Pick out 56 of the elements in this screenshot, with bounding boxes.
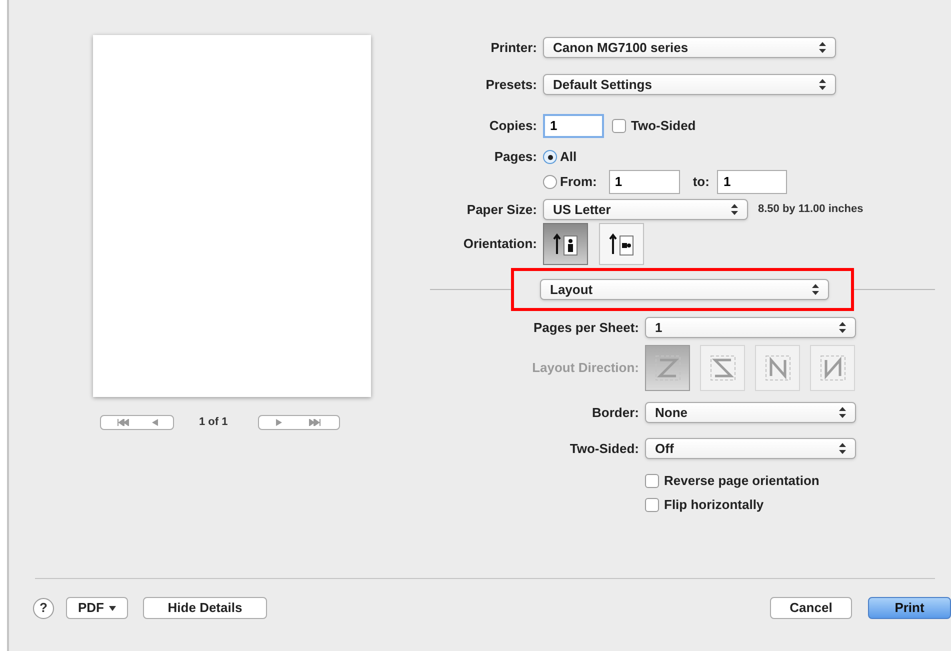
- print-button[interactable]: Print: [868, 597, 951, 619]
- next-page-buttons[interactable]: [258, 414, 340, 430]
- checkbox[interactable]: [612, 119, 626, 133]
- hide-details-button[interactable]: Hide Details: [143, 597, 267, 619]
- field-label: Paper Size:: [466, 200, 538, 219]
- border-select[interactable]: None: [645, 402, 856, 423]
- field-label: Orientation:: [462, 235, 538, 254]
- two-sided-select[interactable]: Off: [645, 438, 856, 459]
- field-label: Border:: [591, 404, 640, 422]
- field-label: Two-Sided:: [568, 440, 640, 458]
- first-page-icon: [116, 418, 128, 426]
- orientation-button[interactable]: [599, 223, 644, 265]
- up-down-arrows-icon: [839, 443, 846, 454]
- radio-button[interactable]: [543, 175, 557, 189]
- checkbox-label: Two-Sided: [631, 117, 696, 136]
- up-down-arrows-icon: [839, 407, 846, 418]
- checkbox[interactable]: [645, 474, 659, 488]
- portrait-orientation-icon: [552, 232, 578, 256]
- paper-dimensions: 8.50 by 11.00 inches: [758, 202, 864, 218]
- up-down-arrows-icon: [819, 79, 826, 90]
- radio-button[interactable]: [543, 150, 557, 164]
- cancel-button[interactable]: Cancel: [770, 597, 852, 619]
- checkbox[interactable]: [645, 498, 659, 512]
- previous-page-buttons[interactable]: [100, 414, 174, 430]
- field-label: Pages per Sheet:: [532, 318, 640, 337]
- field-label: Copies:: [488, 117, 538, 136]
- up-down-arrows-icon: [819, 42, 826, 53]
- copies-field[interactable]: 1: [543, 114, 604, 138]
- dropdown-caret-icon: [109, 606, 116, 610]
- radio-label: All: [560, 148, 577, 166]
- field-label: Pages:: [493, 148, 538, 166]
- next-page-icon: [276, 418, 282, 426]
- previous-page-icon: [152, 418, 158, 426]
- field-label: Layout Direction:: [531, 359, 640, 378]
- checkbox-label: Reverse page orientation: [664, 472, 820, 490]
- checkbox-label: Flip horizontally: [664, 496, 764, 514]
- last-page-icon: [309, 418, 322, 426]
- presets-select[interactable]: Default Settings: [543, 74, 836, 95]
- to-label: to:: [692, 173, 710, 192]
- paper-size-select[interactable]: US Letter: [543, 199, 748, 220]
- field-label: Presets:: [484, 76, 538, 94]
- pdf-menu-button[interactable]: PDF: [66, 597, 128, 619]
- up-down-arrows-icon: [812, 284, 819, 295]
- up-down-arrows-icon: [839, 322, 846, 333]
- from-field[interactable]: 1: [608, 170, 680, 194]
- help-button[interactable]: ?: [33, 598, 54, 618]
- to-field[interactable]: 1: [717, 170, 788, 194]
- up-down-arrows-icon: [731, 204, 738, 215]
- landscape-orientation-icon: [608, 232, 634, 256]
- printer-select[interactable]: Canon MG7100 series: [543, 37, 836, 58]
- section-menu-select[interactable]: Layout: [540, 279, 829, 300]
- orientation-button[interactable]: [543, 223, 588, 265]
- radio-label: From:: [560, 173, 597, 192]
- pages-per-sheet-select[interactable]: 1: [645, 317, 856, 338]
- page-counter: 1 of 1: [199, 415, 228, 430]
- field-label: Printer:: [490, 38, 538, 57]
